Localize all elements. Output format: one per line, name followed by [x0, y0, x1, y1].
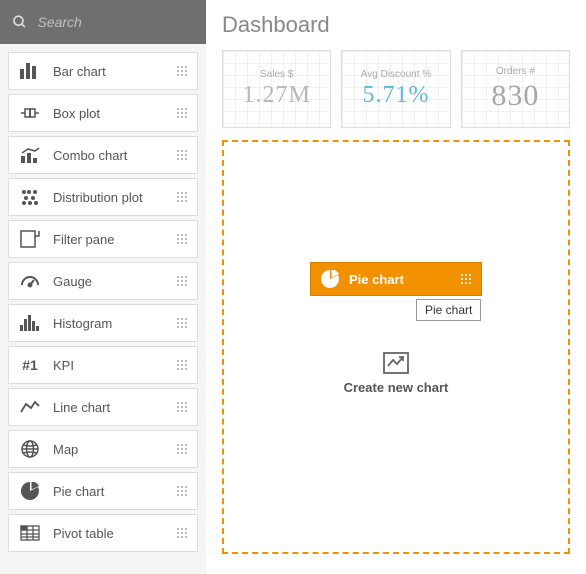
combo-chart-icon — [19, 144, 41, 166]
chart-type-combo[interactable]: Combo chart — [8, 136, 198, 174]
grip-icon — [177, 402, 187, 412]
grip-icon — [177, 234, 187, 244]
chart-type-label: Box plot — [53, 106, 177, 121]
pivot-table-icon — [19, 522, 41, 544]
chart-type-label: Line chart — [53, 400, 177, 415]
kpi-card-orders[interactable]: Orders # 830 — [461, 50, 570, 128]
search-icon — [12, 13, 27, 31]
chart-type-label: Pivot table — [53, 526, 177, 541]
chart-type-map[interactable]: Map — [8, 430, 198, 468]
create-chart-text: Create new chart — [344, 380, 449, 395]
grip-icon — [177, 360, 187, 370]
grip-icon — [461, 274, 471, 284]
box-plot-icon — [19, 102, 41, 124]
dragged-item-pie[interactable]: Pie chart — [310, 262, 482, 296]
filter-pane-icon — [19, 228, 41, 250]
pie-chart-icon — [321, 270, 339, 288]
chart-type-bar[interactable]: Bar chart — [8, 52, 198, 90]
chart-type-distribution[interactable]: Distribution plot — [8, 178, 198, 216]
grip-icon — [177, 318, 187, 328]
kpi-label: Avg Discount % — [361, 69, 431, 80]
page-title: Dashboard — [222, 12, 570, 38]
sidebar: Bar chart Box plot Combo chart Distribut… — [0, 0, 206, 574]
histogram-icon — [19, 312, 41, 334]
drop-zone[interactable]: Pie chart Pie chart Create new chart — [222, 140, 570, 554]
chart-type-label: Distribution plot — [53, 190, 177, 205]
kpi-row: Sales $ 1.27M Avg Discount % 5.71% Order… — [222, 50, 570, 128]
chart-type-label: KPI — [53, 358, 177, 373]
chart-type-histogram[interactable]: Histogram — [8, 304, 198, 342]
chart-type-line[interactable]: Line chart — [8, 388, 198, 426]
kpi-card-sales[interactable]: Sales $ 1.27M — [222, 50, 331, 128]
kpi-card-discount[interactable]: Avg Discount % 5.71% — [341, 50, 450, 128]
map-icon — [19, 438, 41, 460]
chart-type-pie[interactable]: Pie chart — [8, 472, 198, 510]
create-chart-icon — [383, 352, 409, 374]
search-bar — [0, 0, 206, 44]
chart-type-label: Combo chart — [53, 148, 177, 163]
chart-type-label: Pie chart — [53, 484, 177, 499]
chart-type-pivot[interactable]: Pivot table — [8, 514, 198, 552]
kpi-label: Orders # — [496, 66, 535, 77]
chart-type-box[interactable]: Box plot — [8, 94, 198, 132]
chart-type-label: Gauge — [53, 274, 177, 289]
pie-chart-icon — [19, 480, 41, 502]
kpi-icon: #1 — [19, 354, 41, 376]
distribution-plot-icon — [19, 186, 41, 208]
chart-type-label: Map — [53, 442, 177, 457]
search-input[interactable] — [37, 14, 194, 30]
tooltip: Pie chart — [416, 299, 481, 321]
grip-icon — [177, 66, 187, 76]
dragged-item-label: Pie chart — [349, 272, 461, 287]
grip-icon — [177, 486, 187, 496]
kpi-value: 5.71% — [362, 82, 429, 109]
kpi-value: 830 — [491, 79, 539, 113]
grip-icon — [177, 528, 187, 538]
grip-icon — [177, 444, 187, 454]
chart-type-filter[interactable]: Filter pane — [8, 220, 198, 258]
bar-chart-icon — [19, 60, 41, 82]
line-chart-icon — [19, 396, 41, 418]
kpi-label: Sales $ — [260, 69, 293, 80]
chart-type-label: Bar chart — [53, 64, 177, 79]
chart-type-kpi[interactable]: #1 KPI — [8, 346, 198, 384]
kpi-value: 1.27M — [242, 82, 310, 109]
grip-icon — [177, 192, 187, 202]
chart-type-list: Bar chart Box plot Combo chart Distribut… — [0, 44, 206, 574]
grip-icon — [177, 276, 187, 286]
content-area: Dashboard Sales $ 1.27M Avg Discount % 5… — [206, 0, 586, 574]
chart-type-label: Histogram — [53, 316, 177, 331]
gauge-icon — [19, 270, 41, 292]
grip-icon — [177, 108, 187, 118]
chart-type-gauge[interactable]: Gauge — [8, 262, 198, 300]
grip-icon — [177, 150, 187, 160]
chart-type-label: Filter pane — [53, 232, 177, 247]
